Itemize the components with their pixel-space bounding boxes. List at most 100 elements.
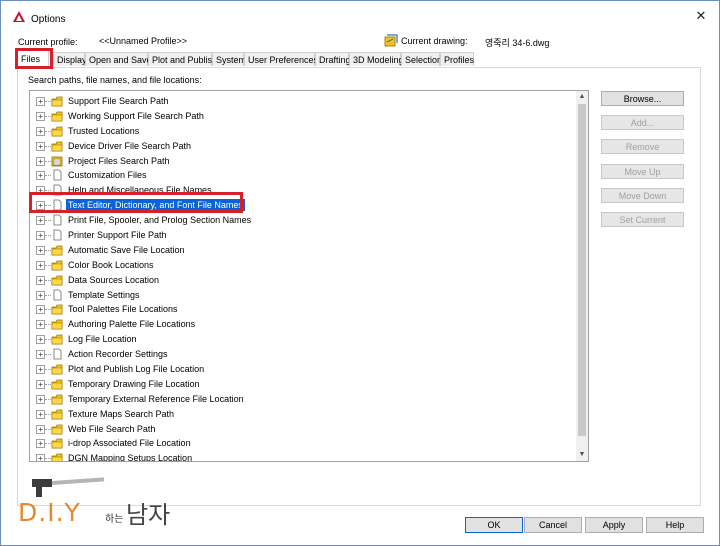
tree-item[interactable]: + i-drop Associated File Location [30, 436, 576, 451]
expand-plus-icon[interactable]: + [36, 201, 45, 211]
file-icon [53, 214, 62, 226]
folder-icon [51, 111, 63, 122]
tree-item[interactable]: + Print File, Spooler, and Prolog Section… [30, 213, 576, 228]
move-down-button[interactable]: Move Down [601, 188, 684, 203]
folder-icon [51, 424, 63, 434]
tree-item-label: Trusted Locations [68, 125, 140, 136]
expand-plus-icon[interactable]: + [36, 126, 45, 136]
expand-plus-icon[interactable]: + [36, 365, 45, 375]
hammer-icon [32, 477, 105, 497]
folder-icon [51, 364, 63, 375]
expand-plus-icon[interactable]: + [36, 231, 45, 241]
tree-item-label: Tool Palettes File Locations [68, 304, 178, 315]
add-button[interactable]: Add... [601, 115, 684, 130]
tree-item[interactable]: + Log File Location [30, 332, 576, 347]
tab-profiles[interactable]: Profiles [440, 52, 474, 66]
dialog-title: Options [31, 14, 66, 25]
close-button[interactable]: ✕ [691, 7, 711, 25]
tab-user-preferences[interactable]: User Preferences [244, 52, 318, 66]
tree-item[interactable]: + Template Settings [30, 288, 576, 303]
apply-button[interactable]: Apply [585, 517, 643, 533]
expand-plus-icon[interactable]: + [36, 439, 45, 449]
folder-icon [51, 141, 63, 152]
cancel-button[interactable]: Cancel [524, 517, 582, 533]
folder-icon [51, 96, 63, 107]
tab-3d-modeling[interactable]: 3D Modeling [349, 52, 404, 66]
tree-item[interactable]: + Data Sources Location [30, 273, 576, 288]
tree-item[interactable]: + Texture Maps Search Path [30, 407, 576, 422]
tab-drafting[interactable]: Drafting [315, 52, 351, 66]
tree-item[interactable]: + Device Driver File Search Path [30, 139, 576, 154]
expand-plus-icon[interactable]: + [36, 305, 45, 315]
expand-plus-icon[interactable]: + [36, 171, 45, 181]
expand-plus-icon[interactable]: + [36, 186, 45, 196]
current-profile-label: Current profile: [18, 37, 78, 47]
scroll-thumb[interactable] [578, 104, 586, 436]
expand-plus-icon[interactable]: + [36, 424, 45, 434]
file-icon [53, 348, 62, 360]
tree-item[interactable]: + Printer Support File Path [30, 228, 576, 243]
browse-button[interactable]: Browse... [601, 91, 684, 106]
search-paths-tree[interactable]: + Support File Search Path + Working Suppor… [29, 90, 589, 462]
expand-plus-icon[interactable]: + [36, 97, 45, 106]
diy-watermark: D.I.Y 하는 남자 [18, 473, 178, 533]
expand-plus-icon[interactable]: + [36, 394, 45, 404]
tree-item[interactable]: + Tool Palettes File Locations [30, 302, 576, 317]
expand-plus-icon[interactable]: + [36, 216, 45, 226]
scroll-up-arrow-icon[interactable]: ▲ [576, 91, 588, 103]
expand-plus-icon[interactable]: + [36, 335, 45, 345]
tree-item[interactable]: + DGN Mapping Setups Location [30, 451, 576, 461]
remove-button[interactable]: Remove [601, 139, 684, 154]
tree-item[interactable]: + Customization Files [30, 168, 576, 183]
watermark-small-text: 하는 [105, 514, 124, 525]
tree-item[interactable]: + Action Recorder Settings [30, 347, 576, 362]
tab-selection[interactable]: Selection [401, 52, 442, 66]
tab-display[interactable]: Display [53, 52, 87, 66]
folder-icon [51, 394, 63, 405]
tree-item-label: Text Editor, Dictionary, and Font File N… [66, 199, 245, 212]
tree-item[interactable]: + Color Book Locations [30, 258, 576, 273]
tree-item[interactable]: + Temporary External Reference File Locat… [30, 392, 576, 407]
expand-plus-icon[interactable]: + [36, 156, 45, 166]
tab-system[interactable]: System [212, 52, 246, 66]
expand-plus-icon[interactable]: + [36, 379, 45, 389]
tree-item[interactable]: + Trusted Locations [30, 124, 576, 139]
tab-open-and-save[interactable]: Open and Save [85, 52, 152, 66]
expand-plus-icon[interactable]: + [36, 111, 45, 121]
expand-plus-icon[interactable]: + [36, 141, 45, 151]
scroll-down-arrow-icon[interactable]: ▼ [576, 449, 588, 461]
tree-item[interactable]: + Authoring Palette File Locations [30, 317, 576, 332]
expand-plus-icon[interactable]: + [36, 320, 45, 330]
tree-item-label: Project Files Search Path [68, 155, 170, 166]
set-current-button[interactable]: Set Current [601, 212, 684, 227]
tree-item[interactable]: + Support File Search Path [30, 94, 576, 109]
tree-item[interactable]: + Web File Search Path [30, 422, 576, 437]
ok-button[interactable]: OK [465, 517, 523, 533]
expand-plus-icon[interactable]: + [36, 409, 45, 419]
expand-plus-icon[interactable]: + [36, 454, 45, 461]
tree-item[interactable]: + Working Support File Search Path [30, 109, 576, 124]
tree-item[interactable]: + Temporary Drawing File Location [30, 377, 576, 392]
tree-item-label: Action Recorder Settings [68, 349, 168, 360]
expand-plus-icon[interactable]: + [36, 260, 45, 270]
vertical-scrollbar[interactable]: ▲ ▼ [576, 91, 588, 461]
expand-plus-icon[interactable]: + [36, 350, 45, 360]
tree-item[interactable]: + Plot and Publish Log File Location [30, 362, 576, 377]
tab-plot-and-publish[interactable]: Plot and Publish [148, 52, 217, 66]
profile-row: Current profile: <<Unnamed Profile>> Cur… [1, 34, 719, 51]
panel-caption: Search paths, file names, and file locat… [28, 75, 202, 85]
tree-list: + Support File Search Path + Working Suppor… [30, 94, 576, 461]
expand-plus-icon[interactable]: + [36, 290, 45, 300]
move-up-button[interactable]: Move Up [601, 164, 684, 179]
tree-item-label: Color Book Locations [68, 259, 154, 270]
tree-item[interactable]: + Project Files Search Path [30, 154, 576, 169]
expand-plus-icon[interactable]: + [36, 245, 45, 255]
tab-files[interactable]: Files [17, 50, 49, 66]
tree-item[interactable]: + Automatic Save File Location [30, 243, 576, 258]
expand-plus-icon[interactable]: + [36, 275, 45, 285]
tree-item[interactable]: + Help and Miscellaneous File Names [30, 183, 576, 198]
folder-icon [51, 260, 63, 271]
tree-item[interactable]: + Text Editor, Dictionary, and Font File … [30, 198, 576, 213]
file-icon [53, 199, 62, 211]
help-button[interactable]: Help [646, 517, 704, 533]
